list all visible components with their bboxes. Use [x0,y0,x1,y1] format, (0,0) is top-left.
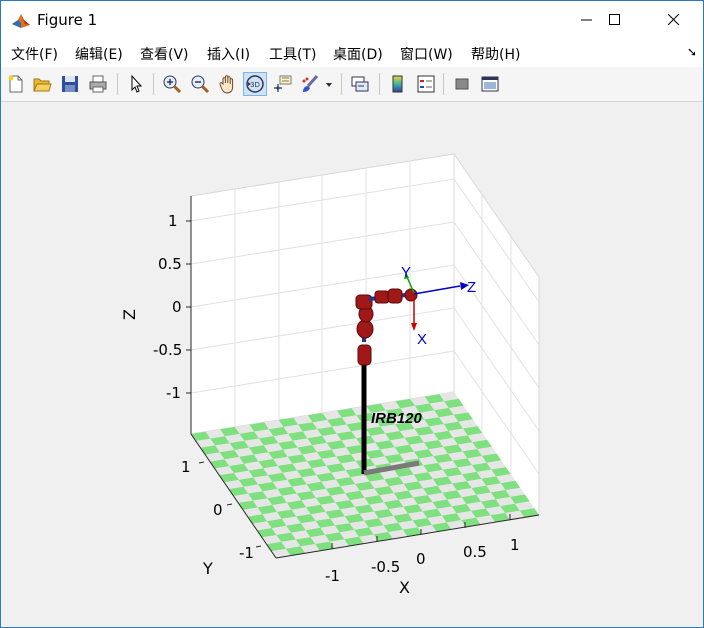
matlab-logo-icon [11,11,31,31]
x-tick-label: -0.5 [371,558,401,576]
y-tick-label: 1 [181,458,191,476]
z-axis-label: Z [119,309,139,320]
svg-text:3D: 3D [250,81,260,89]
menu-window[interactable]: 窗口(W) [400,44,453,64]
figure-canvas[interactable]: X Y Z IRB120 1 0.5 0 -0.5 -1 Z 1 0 -1 Y … [1,102,703,627]
link-plot-icon[interactable] [349,73,371,95]
zoom-in-icon[interactable] [161,73,183,95]
z-tick-label: 0.5 [158,255,182,273]
menu-view[interactable]: 查看(V) [140,44,189,64]
open-file-icon[interactable] [31,73,53,95]
title-bar: Figure 1 [1,1,703,39]
frame-y-label: Y [401,264,411,281]
show-plot-tools-icon[interactable] [479,73,501,95]
frame-z-label: Z [467,279,476,296]
menu-bar: 文件(F) 编辑(E) 查看(V) 插入(I) 工具(T) 桌面(D) 窗口(W… [1,39,703,67]
menu-tools[interactable]: 工具(T) [269,44,316,64]
x-tick-label: 0 [416,550,426,568]
toolbar-separator [153,73,154,95]
axes-3d[interactable]: X Y Z IRB120 [1,102,703,627]
toolbar-separator [341,73,342,95]
pan-hand-icon[interactable] [217,73,239,95]
colorbar-icon[interactable] [387,73,409,95]
y-tick-label: 0 [213,501,223,519]
legend-icon[interactable] [415,73,437,95]
maximize-icon [609,14,620,25]
y-tick-label: -1 [239,544,254,562]
rotate-3d-icon[interactable]: 3D [243,72,267,96]
menu-help[interactable]: 帮助(H) [471,44,520,64]
x-tick-label: 0.5 [463,543,487,561]
toolbar-separator [443,73,444,95]
data-cursor-icon[interactable] [271,73,293,95]
z-tick-label: -0.5 [153,341,183,359]
x-tick-label: -1 [325,567,340,585]
dock-arrow-icon[interactable]: ➘ [687,45,697,59]
menu-file[interactable]: 文件(F) [11,44,58,64]
save-icon[interactable] [59,73,81,95]
new-figure-icon[interactable] [5,73,27,95]
close-icon [668,14,680,26]
figure-toolbar: 3D [1,67,703,102]
close-button[interactable] [651,1,697,39]
z-tick-label: 0 [172,298,182,316]
print-icon[interactable] [87,73,109,95]
brush-icon[interactable] [299,73,321,95]
figure-window: Figure 1 文件(F) 编辑(E) 查看(V) 插入(I) 工具(T) 桌… [0,0,704,628]
toolbar-separator [117,73,118,95]
hide-plot-tools-icon[interactable] [451,73,473,95]
z-tick-label: 1 [168,212,178,230]
maximize-button[interactable] [592,1,638,39]
pointer-icon[interactable] [125,73,147,95]
menu-insert[interactable]: 插入(I) [207,44,250,64]
zoom-out-icon[interactable] [189,73,211,95]
z-tick-label: -1 [166,384,181,402]
brush-dropdown-icon[interactable] [323,73,335,95]
toolbar-separator [379,73,380,95]
robot-name-label: IRB120 [371,410,423,427]
window-title: Figure 1 [37,11,98,29]
menu-desktop[interactable]: 桌面(D) [333,44,383,64]
menu-edit[interactable]: 编辑(E) [75,44,123,64]
x-axis-label: X [399,578,410,597]
x-tick-label: 1 [510,536,520,554]
y-axis-label: Y [203,559,213,578]
frame-x-label: X [417,331,427,348]
